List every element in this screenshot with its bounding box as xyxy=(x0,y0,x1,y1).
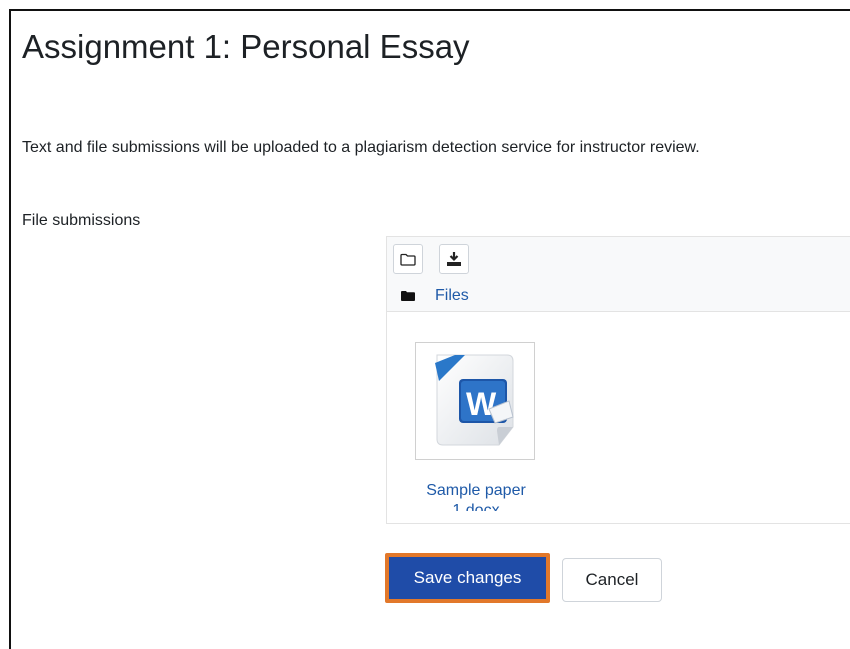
download-icon xyxy=(447,252,461,266)
cancel-button[interactable]: Cancel xyxy=(562,558,662,602)
save-changes-button[interactable]: Save changes xyxy=(385,553,550,603)
folder-icon xyxy=(400,253,416,266)
breadcrumb: Files xyxy=(401,287,469,305)
plagiarism-notice: Text and file submissions will be upload… xyxy=(22,139,700,156)
page-title: Assignment 1: Personal Essay xyxy=(22,28,470,65)
file-submissions-label: File submissions xyxy=(22,212,141,229)
files-path-link[interactable]: Files xyxy=(435,287,469,305)
file-manager: Files W Sample paper 1.docx xyxy=(386,236,850,524)
file-name-link[interactable]: Sample paper 1.docx xyxy=(415,481,537,511)
folder-icon xyxy=(401,291,415,301)
create-folder-button[interactable] xyxy=(393,244,423,274)
word-document-icon: W xyxy=(435,354,514,446)
file-item[interactable]: W Sample paper 1.docx xyxy=(415,342,537,511)
file-manager-toolbar: Files xyxy=(387,237,850,312)
download-all-button[interactable] xyxy=(439,244,469,274)
file-thumbnail[interactable]: W xyxy=(415,342,535,460)
